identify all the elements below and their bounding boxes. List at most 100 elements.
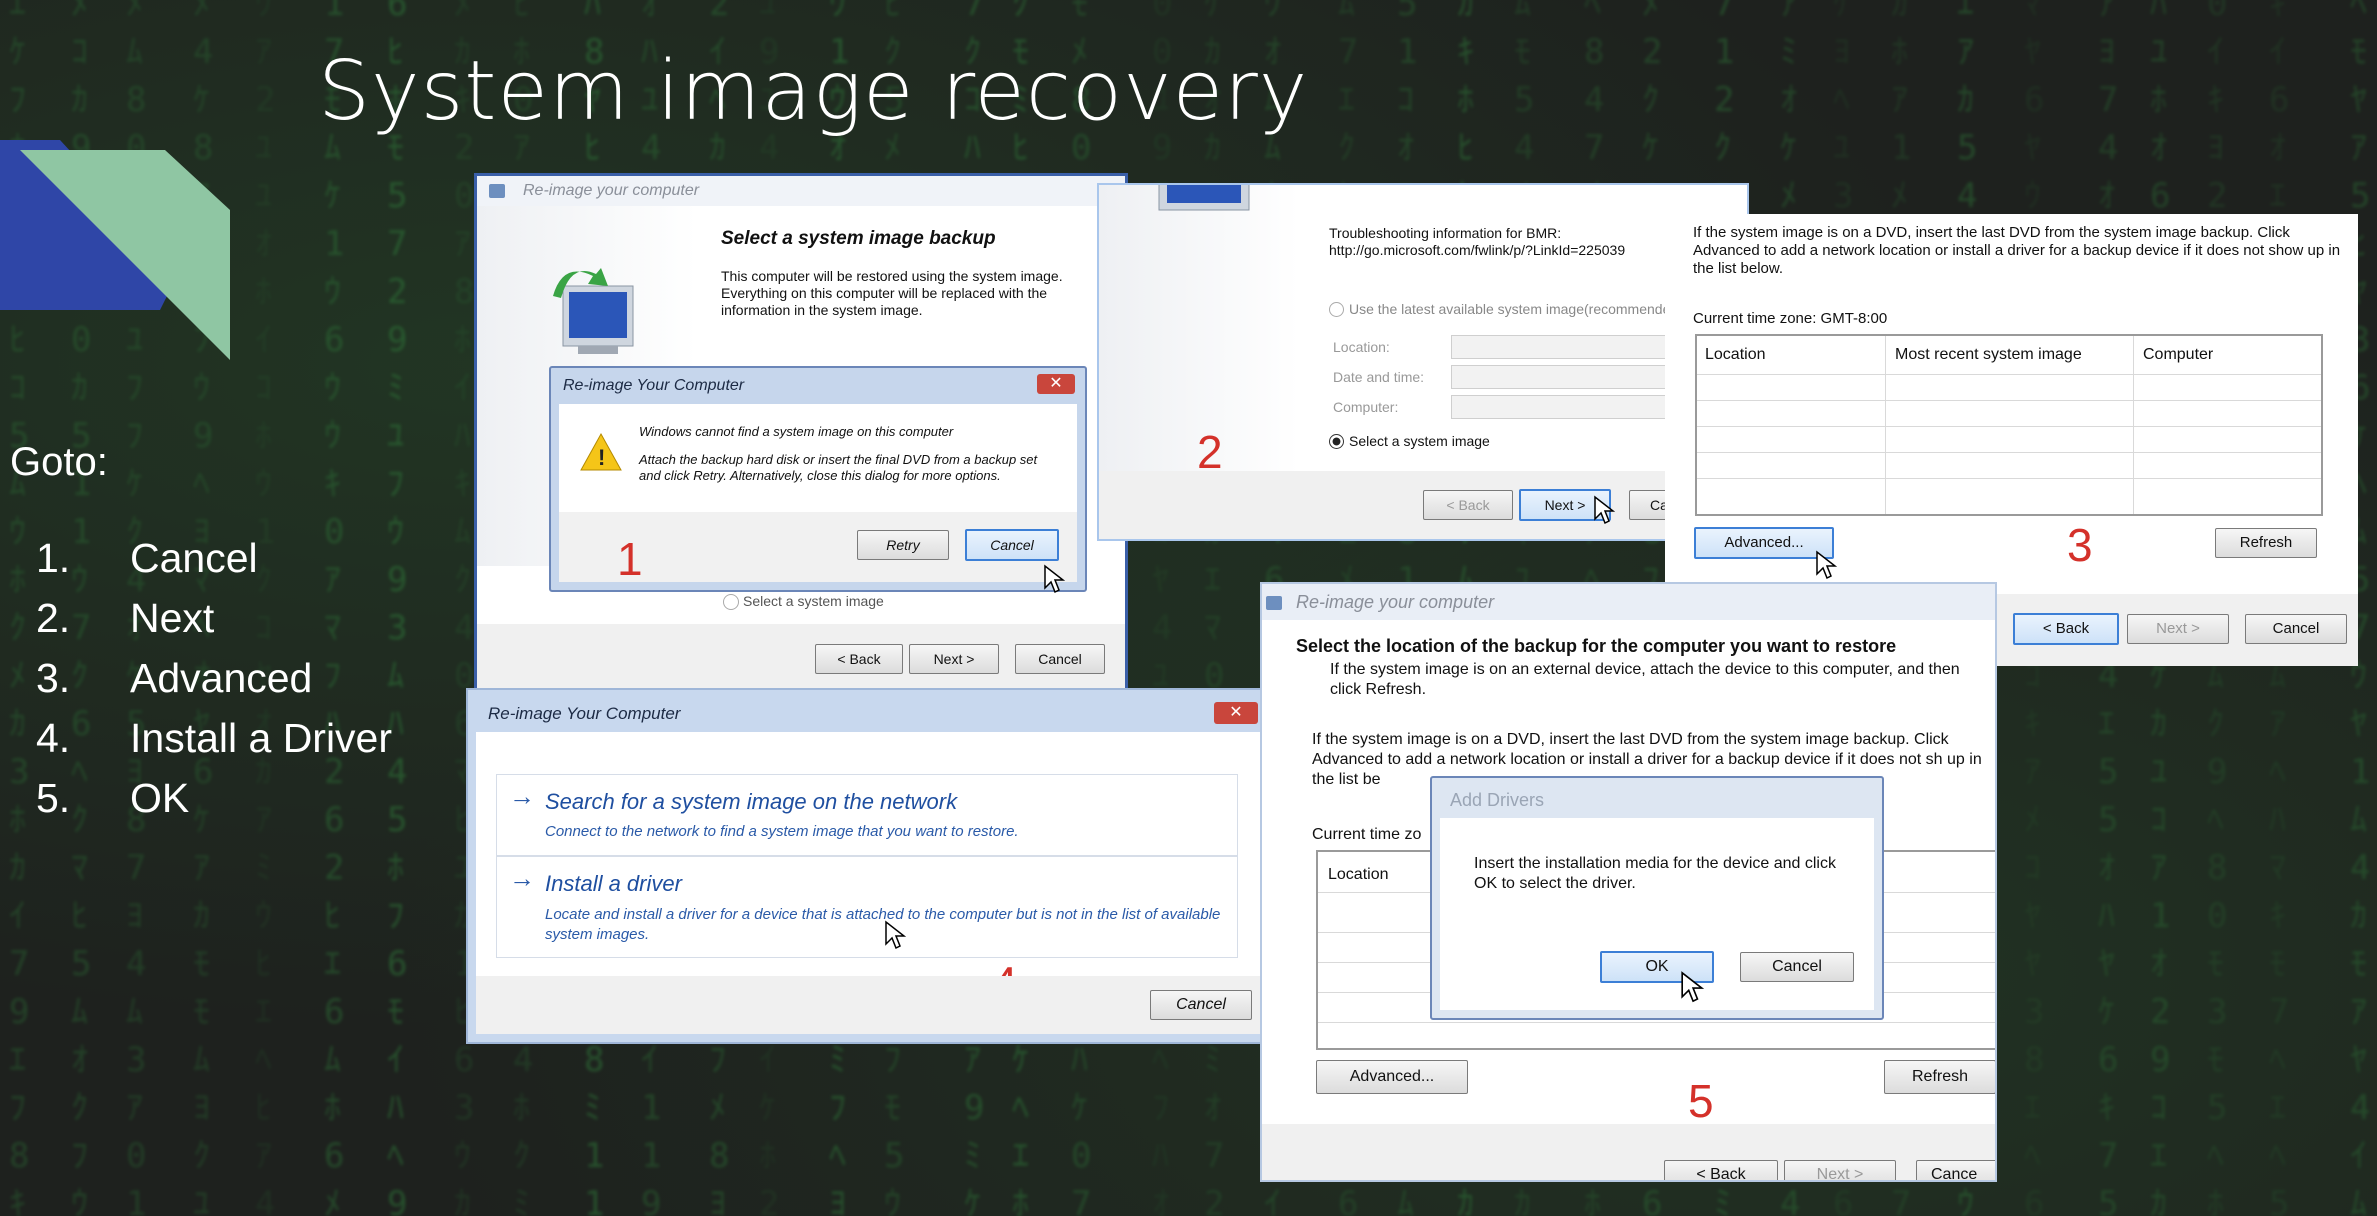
step-label: Install a Driver bbox=[130, 715, 393, 761]
grid-line bbox=[1697, 374, 2321, 375]
screenshot-5: Re-image your computer Select the locati… bbox=[1260, 582, 1997, 1182]
arrow-right-icon: → bbox=[509, 781, 535, 811]
step-number: 2. bbox=[36, 595, 71, 641]
advanced-button[interactable]: Advanced... bbox=[1694, 527, 1834, 559]
title-bar: Re-image your computer bbox=[477, 176, 1125, 206]
step-item: 5. OK bbox=[36, 775, 392, 835]
radio-select-image[interactable] bbox=[1329, 434, 1344, 449]
cancel-button[interactable]: Cancel bbox=[965, 529, 1059, 561]
step-number: 5. bbox=[36, 775, 71, 821]
step-label: Advanced bbox=[130, 655, 313, 701]
window-title: Re-image your computer bbox=[1296, 592, 1495, 612]
grid-line bbox=[1885, 336, 1886, 514]
next-button[interactable]: Next > bbox=[2127, 614, 2229, 644]
close-icon[interactable]: ✕ bbox=[1214, 702, 1258, 724]
svg-text:!: ! bbox=[598, 445, 605, 470]
cancel-button-partial[interactable]: Cance bbox=[1916, 1160, 1995, 1180]
dialog-body: → Search for a system image on the netwo… bbox=[476, 732, 1266, 1034]
error-dialog-title: Re-image Your Computer bbox=[563, 377, 745, 394]
date-time-label: Date and time: bbox=[1333, 369, 1425, 385]
back-button[interactable]: < Back bbox=[1664, 1160, 1778, 1180]
screenshot-4: Re-image Your Computer ✕ → Search for a … bbox=[466, 688, 1274, 1044]
option-title: Install a driver bbox=[545, 871, 682, 896]
dialog-title: Re-image Your Computer bbox=[488, 704, 681, 723]
back-button[interactable]: < Back bbox=[2013, 613, 2119, 645]
refresh-button[interactable]: Refresh bbox=[2215, 528, 2317, 558]
mouse-cursor-icon bbox=[885, 920, 906, 950]
dialog-heading: Select a system image backup bbox=[721, 228, 996, 249]
back-button[interactable]: < Back bbox=[815, 644, 903, 674]
computer-icon bbox=[1158, 185, 1250, 211]
grid-line bbox=[1697, 478, 2321, 479]
radio-button[interactable] bbox=[723, 594, 739, 610]
step-label: Cancel bbox=[130, 535, 258, 581]
mouse-cursor-icon bbox=[1816, 550, 1837, 580]
location-label: Location: bbox=[1333, 339, 1390, 355]
grid-line bbox=[2133, 336, 2134, 514]
step-label: OK bbox=[130, 775, 190, 821]
select-image-label: Select a system image bbox=[743, 593, 884, 609]
cancel-button[interactable]: Cancel bbox=[1740, 952, 1854, 982]
bmr-info-label: Troubleshooting information for BMR: bbox=[1329, 225, 1562, 241]
step-item: 1. Cancel bbox=[36, 535, 392, 595]
cancel-button-footer[interactable]: Cancel bbox=[1015, 644, 1105, 674]
mouse-cursor-icon bbox=[1594, 495, 1615, 525]
app-icon bbox=[489, 184, 505, 198]
select-image-label: Select a system image bbox=[1349, 433, 1490, 449]
column-header-computer[interactable]: Computer bbox=[2143, 346, 2213, 364]
bmr-info-link[interactable]: http://go.microsoft.com/fwlink/p/?LinkId… bbox=[1329, 242, 1625, 258]
warning-icon: ! bbox=[580, 432, 622, 471]
grid-line bbox=[1697, 452, 2321, 453]
step-label: Next bbox=[130, 595, 215, 641]
grid-line bbox=[1697, 400, 2321, 401]
cancel-button[interactable]: Cancel bbox=[1150, 990, 1252, 1020]
step-number: 1. bbox=[36, 535, 71, 581]
dialog-description: This computer will be restored using the… bbox=[721, 268, 1063, 318]
add-drivers-body: Insert the installation media for the de… bbox=[1440, 818, 1874, 1010]
computer-label: Computer: bbox=[1333, 399, 1399, 415]
column-header-location[interactable]: Location bbox=[1705, 346, 1766, 364]
timezone-label: Current time zone: GMT-8:00 bbox=[1693, 310, 1888, 327]
matrix-rain-column: 6 ﾋ ﾎ ﾓ 5 7 2 9 ﾐ ﾕ ﾌ ｳ 9 3 ﾑ ﾊ 4 5 ﾎ ﾌ … bbox=[387, 0, 408, 1216]
add-drivers-title: Add Drivers bbox=[1450, 790, 1545, 810]
step-item: 2. Next bbox=[36, 595, 392, 655]
step-number-label: 3 bbox=[2067, 519, 2093, 571]
next-button[interactable]: Next > bbox=[909, 644, 999, 674]
computer-restore-icon bbox=[553, 268, 634, 354]
use-latest-label: Use the latest available system image(re… bbox=[1349, 301, 1671, 317]
step-item: 4. Install a Driver bbox=[36, 715, 392, 775]
add-drivers-dialog: Add Drivers Insert the installation medi… bbox=[1430, 776, 1884, 1020]
option-install-driver[interactable]: → Install a driver Locate and install a … bbox=[496, 856, 1238, 958]
decorative-shapes bbox=[0, 140, 230, 360]
screenshot-2: Troubleshooting information for BMR: htt… bbox=[1097, 183, 1749, 541]
option-search-network[interactable]: → Search for a system image on the netwo… bbox=[496, 774, 1238, 856]
option-desc: Connect to the network to find a system … bbox=[545, 823, 1019, 840]
screenshot-1: Re-image your computer Select a system i… bbox=[474, 173, 1128, 694]
footer bbox=[476, 976, 1266, 1034]
close-icon[interactable]: ✕ bbox=[1037, 374, 1075, 394]
error-detail: Attach the backup hard disk or insert th… bbox=[639, 452, 1038, 483]
step-number-label: 5 bbox=[1688, 1075, 1714, 1127]
mouse-cursor-icon bbox=[1044, 564, 1065, 594]
mouse-cursor-icon bbox=[1681, 971, 1704, 1003]
next-button[interactable]: Next > bbox=[1784, 1160, 1896, 1180]
advanced-button[interactable]: Advanced... bbox=[1316, 1060, 1468, 1094]
radio-latest[interactable] bbox=[1329, 302, 1344, 317]
page-subheading: If the system image is on an external de… bbox=[1330, 661, 1960, 698]
column-header-recent[interactable]: Most recent system image bbox=[1895, 346, 2082, 364]
column-header-location[interactable]: Location bbox=[1328, 866, 1389, 884]
grid-line bbox=[1318, 1022, 1995, 1023]
step-number: 4. bbox=[36, 715, 71, 761]
retry-button[interactable]: Retry bbox=[857, 530, 949, 560]
back-button[interactable]: < Back bbox=[1423, 490, 1513, 520]
slide-title: System image recovery bbox=[318, 44, 1309, 139]
error-message: Windows cannot find a system image on th… bbox=[639, 424, 954, 439]
goto-label: Goto: bbox=[10, 440, 108, 484]
backup-table: Location Most recent system image Comput… bbox=[1695, 334, 2323, 516]
refresh-button[interactable]: Refresh bbox=[1884, 1060, 1995, 1094]
instructions-text: If the system image is on a DVD, insert … bbox=[1693, 224, 2341, 277]
app-icon bbox=[1266, 596, 1282, 610]
arrow-right-icon: → bbox=[509, 863, 535, 893]
timezone-label: Current time zo bbox=[1312, 826, 1422, 843]
cancel-button[interactable]: Cancel bbox=[2245, 614, 2347, 644]
